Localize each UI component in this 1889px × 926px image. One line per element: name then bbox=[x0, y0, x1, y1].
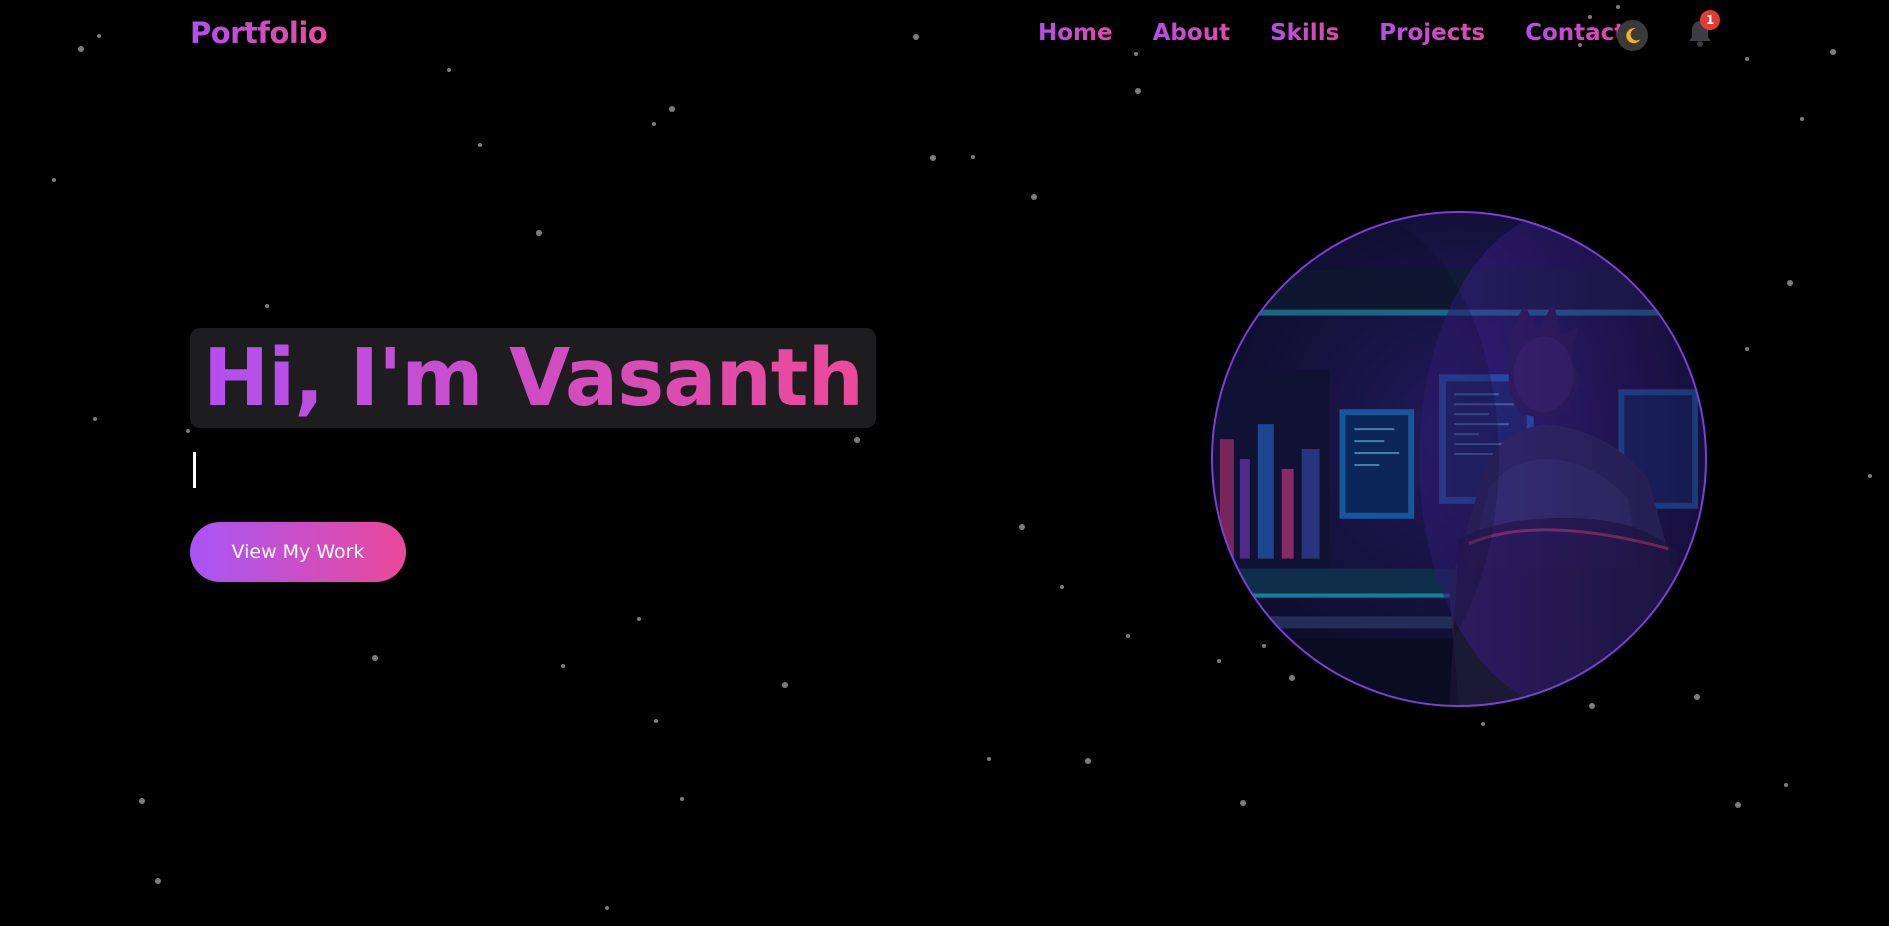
star bbox=[652, 122, 656, 126]
nav-link-about[interactable]: About bbox=[1153, 20, 1230, 46]
star bbox=[561, 664, 565, 668]
star bbox=[1060, 585, 1064, 589]
star bbox=[1126, 634, 1130, 638]
star bbox=[1787, 280, 1793, 286]
star bbox=[1616, 5, 1620, 9]
star bbox=[782, 682, 788, 688]
star bbox=[1588, 15, 1592, 19]
star bbox=[913, 34, 919, 40]
star bbox=[1745, 347, 1749, 351]
view-work-button[interactable]: View My Work bbox=[190, 522, 406, 582]
star bbox=[1019, 524, 1025, 530]
star bbox=[265, 304, 269, 308]
star bbox=[680, 797, 684, 801]
star bbox=[478, 143, 482, 147]
nav-link-home[interactable]: Home bbox=[1038, 20, 1113, 46]
star bbox=[372, 655, 378, 661]
star bbox=[93, 417, 97, 421]
nav-link-projects[interactable]: Projects bbox=[1379, 20, 1485, 46]
star bbox=[605, 906, 609, 910]
star bbox=[1134, 52, 1138, 56]
star bbox=[1800, 117, 1804, 121]
star bbox=[97, 34, 101, 38]
main-nav: Home About Skills Projects Contact bbox=[1038, 20, 1665, 46]
nav-link-contact[interactable]: Contact bbox=[1525, 20, 1625, 46]
star bbox=[930, 155, 936, 161]
nav-link-skills[interactable]: Skills bbox=[1270, 20, 1339, 46]
hero-heading: Hi, I'm Vasanth bbox=[190, 328, 876, 428]
notification-badge: 1 bbox=[1700, 10, 1720, 30]
star bbox=[1735, 802, 1741, 808]
star bbox=[669, 106, 675, 112]
star bbox=[1481, 722, 1485, 726]
hero-illustration bbox=[1210, 210, 1708, 708]
star bbox=[186, 429, 190, 433]
page: Portfolio Home About Skills Projects Con… bbox=[0, 0, 1889, 926]
star bbox=[1240, 800, 1246, 806]
star bbox=[536, 230, 542, 236]
star bbox=[637, 617, 641, 621]
star bbox=[139, 798, 145, 804]
hero-heading-text: Hi, I'm Vasanth bbox=[203, 332, 864, 424]
star bbox=[1085, 758, 1091, 764]
typing-cursor bbox=[193, 452, 196, 488]
star bbox=[971, 155, 975, 159]
star bbox=[447, 68, 451, 72]
brand-logo[interactable]: Portfolio bbox=[190, 16, 328, 50]
theme-toggle-button[interactable] bbox=[1617, 20, 1648, 51]
star bbox=[1135, 88, 1141, 94]
star bbox=[1031, 194, 1037, 200]
star bbox=[52, 178, 56, 182]
star bbox=[155, 878, 161, 884]
star bbox=[78, 46, 84, 52]
star bbox=[1784, 783, 1788, 787]
star bbox=[854, 437, 860, 443]
star bbox=[654, 719, 658, 723]
star bbox=[1830, 49, 1836, 55]
star bbox=[1868, 474, 1872, 478]
star bbox=[1745, 57, 1749, 61]
star bbox=[987, 757, 991, 761]
moon-icon bbox=[1625, 27, 1640, 43]
